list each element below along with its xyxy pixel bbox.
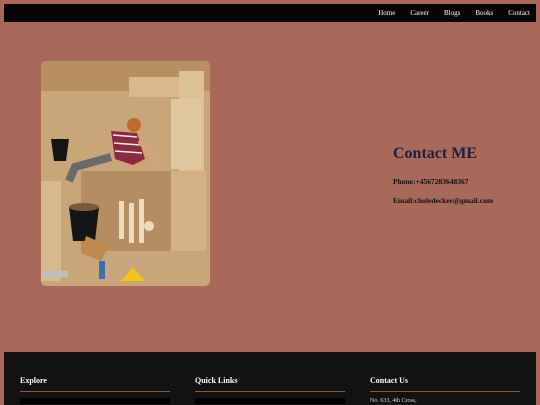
nav-career-link[interactable]: Career [410,9,429,17]
footer-divider [370,391,520,392]
footer-contact-heading: Contact Us [370,376,408,385]
nav-contact-link[interactable]: Contact [508,9,530,17]
footer-divider [195,391,345,392]
footer-contact-column: Contact Us No. 633, 4th Cross, [370,376,520,404]
contact-phone: Phone:+4567283648367 [393,177,469,186]
footer-explore-heading: Explore [20,376,47,385]
footer-quick-links-column: Quick Links [195,376,345,404]
footer: Explore Quick Links Contact Us No. 633, … [4,352,536,405]
contact-email: Email:choledecker@gmail.com [393,196,494,205]
footer-explore-column: Explore [20,376,170,404]
contact-section: Contact ME Phone:+4567283648367 Email:ch… [393,145,533,205]
footer-divider [20,391,170,392]
contact-title: Contact ME [393,145,477,162]
nav-blogs-link[interactable]: Blogs [444,9,460,17]
excavation-illustration [41,61,210,286]
footer-quick-links-bar [195,398,345,404]
footer-quick-links-heading: Quick Links [195,376,238,385]
footer-address: No. 633, 4th Cross, [370,398,417,404]
top-navbar: Home Career Blogs Books Contact [4,4,536,22]
footer-explore-bar [20,398,170,404]
nav-books-link[interactable]: Books [475,9,493,17]
excavation-photo [41,61,210,286]
nav-home-link[interactable]: Home [378,9,395,17]
